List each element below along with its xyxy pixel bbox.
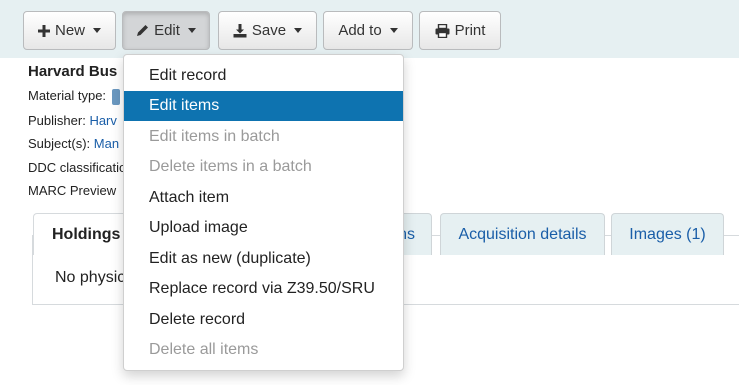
subjects-link[interactable]: Man (94, 136, 119, 151)
menu-item-delete-record[interactable]: Delete record (124, 305, 403, 335)
menu-item-upload-image[interactable]: Upload image (124, 213, 403, 243)
menu-item-edit-items[interactable]: Edit items (124, 91, 403, 121)
print-button-label: Print (454, 22, 486, 39)
menu-item-edit-record[interactable]: Edit record (124, 61, 403, 91)
menu-item-delete-items-in-batch: Delete items in a batch (149, 158, 312, 175)
material-type-icon (111, 88, 120, 105)
print-icon (435, 23, 450, 38)
save-button-label: Save (251, 22, 287, 39)
menu-item-delete-all-items: Delete all items (149, 341, 259, 358)
chevron-down-icon (389, 28, 398, 33)
publisher-line: Publisher: Harv (28, 113, 117, 128)
save-button[interactable]: Save (218, 11, 317, 50)
new-button-label: New (54, 22, 85, 39)
tab-holdings[interactable]: Holdings (33, 213, 133, 255)
edit-dropdown-menu: Edit record Edit items Edit items in bat… (123, 54, 404, 371)
print-button[interactable]: Print (419, 11, 501, 50)
tab-acquisition-label: Acquisition details (458, 225, 587, 243)
tab-holdings-label: Holdings (52, 225, 121, 243)
marc-preview-line[interactable]: MARC Preview (28, 183, 116, 198)
record-title: Harvard Bus (28, 63, 118, 80)
ddc-label: DDC classificatio (28, 160, 127, 175)
tab-acquisition-details[interactable]: Acquisition details (440, 213, 605, 255)
edit-button[interactable]: Edit (122, 11, 210, 50)
menu-item-edit-as-new[interactable]: Edit as new (duplicate) (124, 244, 403, 274)
add-to-button[interactable]: Add to (323, 11, 413, 50)
add-to-button-label: Add to (338, 22, 382, 39)
material-type-label: Material type: (28, 88, 107, 103)
chevron-down-icon (187, 28, 196, 33)
subjects-label: Subject(s): (28, 136, 91, 151)
plus-icon (37, 24, 50, 37)
new-button[interactable]: New (23, 11, 116, 50)
marc-preview-label: MARC Preview (28, 183, 117, 198)
tab-images-label: Images (1) (629, 225, 706, 243)
material-type-line: Material type: (28, 88, 120, 105)
chevron-down-icon (294, 28, 303, 33)
download-icon (233, 23, 247, 38)
publisher-link[interactable]: Harv (89, 113, 116, 128)
menu-item-edit-items-in-batch: Edit items in batch (149, 128, 280, 145)
chevron-down-icon (93, 28, 101, 33)
subjects-line: Subject(s): Man (28, 136, 119, 151)
pencil-icon (136, 24, 149, 37)
menu-item-replace-record[interactable]: Replace record via Z39.50/SRU (124, 274, 403, 304)
no-physical-items-message: No physic (55, 269, 126, 286)
edit-button-label: Edit (154, 22, 180, 39)
tab-images[interactable]: Images (1) (611, 213, 724, 255)
record-toolbar: New Edit Save Add to Print (0, 0, 739, 58)
ddc-line: DDC classificatio (28, 160, 126, 175)
menu-item-attach-item[interactable]: Attach item (124, 183, 403, 213)
publisher-label: Publisher: (28, 113, 86, 128)
